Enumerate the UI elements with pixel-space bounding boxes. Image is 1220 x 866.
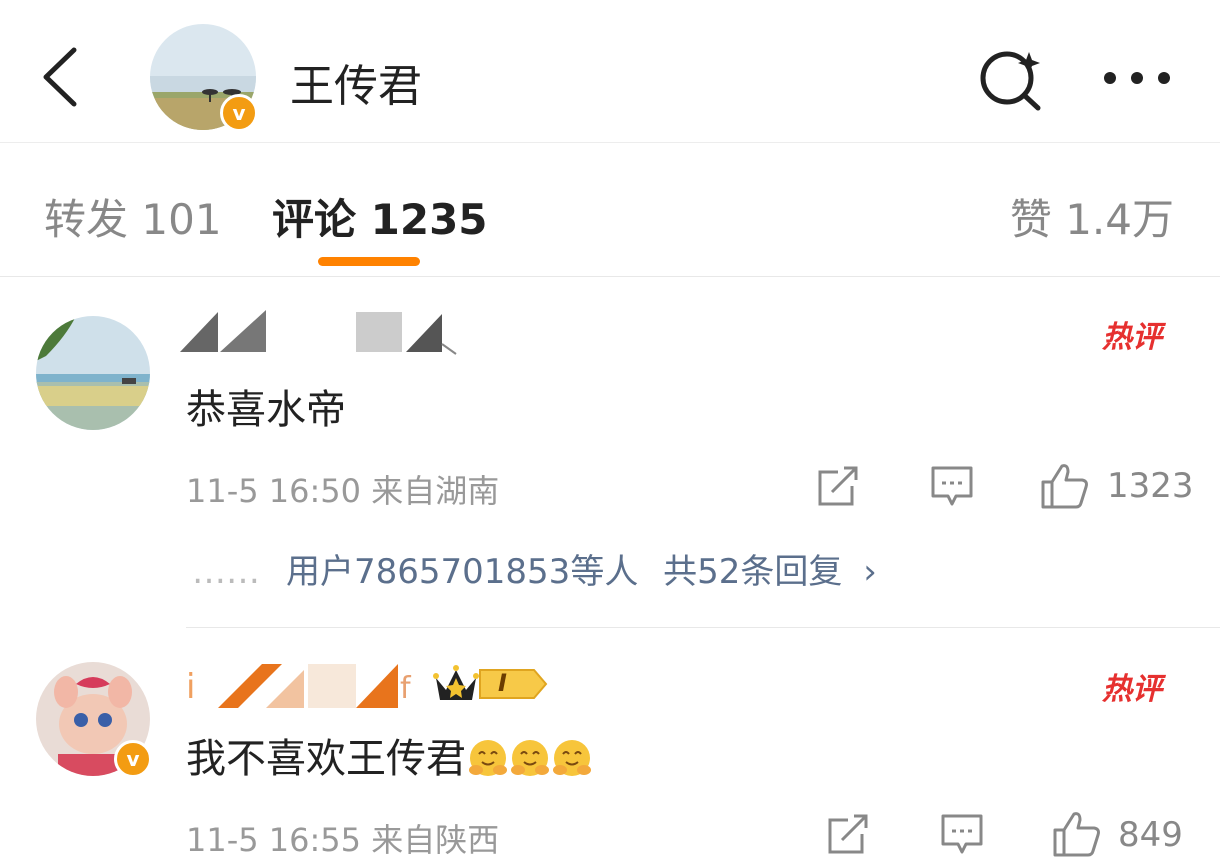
comment-location: 来自湖南: [371, 472, 500, 510]
comment-text-body: 我不喜欢王传君: [186, 736, 466, 782]
hot-comment-badge: 热评: [1102, 320, 1162, 355]
tab-bar: 转发 101 评论 1235 赞 1.4万: [0, 143, 1220, 277]
hot-comment-badge: 热评: [1102, 672, 1162, 707]
like-thumb-icon[interactable]: [1040, 462, 1090, 514]
tab-count: 1.4万: [1065, 195, 1174, 244]
header-bar: v 王传君: [0, 0, 1220, 143]
commenter-name-redacted[interactable]: [180, 308, 460, 360]
tab-label: 赞: [1009, 195, 1052, 244]
svg-text:f: f: [400, 671, 412, 706]
share-icon[interactable]: [826, 812, 870, 860]
replies-count: 共52条回复: [663, 552, 843, 592]
level-badge-text: I: [498, 669, 507, 697]
profile-avatar[interactable]: v: [150, 24, 260, 134]
hug-emoji-icon: [511, 740, 549, 776]
comment-location: 来自陕西: [371, 821, 500, 859]
hug-emoji-icon: [469, 740, 507, 776]
verified-badge-icon: v: [114, 740, 152, 778]
replies-dots: ……: [192, 552, 260, 592]
tab-count: 101: [141, 195, 222, 244]
more-icon[interactable]: [1100, 62, 1174, 94]
like-count: 1323: [1107, 466, 1194, 506]
like-thumb-icon[interactable]: [1052, 810, 1102, 862]
reply-comment-icon[interactable]: [930, 464, 974, 512]
tab-label: 评论: [272, 195, 357, 244]
tab-label: 转发: [44, 195, 129, 244]
like-count: 849: [1118, 815, 1183, 855]
reply-comment-icon[interactable]: [940, 812, 984, 860]
comment-meta: 11-5 16:50 来自湖南: [186, 466, 499, 512]
chevron-right-icon: ›: [863, 552, 877, 592]
tab-reposts[interactable]: 转发 101: [44, 186, 222, 247]
page-title: 王传君: [290, 61, 422, 112]
tab-count: 1235: [370, 195, 488, 244]
hug-emoji-icon: [553, 740, 591, 776]
comment-meta: 11-5 16:55 来自陕西: [186, 815, 499, 861]
tab-likes[interactable]: 赞 1.4万: [1010, 186, 1174, 247]
comment-time: 11-5 16:55: [186, 821, 362, 859]
active-tab-indicator: [318, 257, 420, 266]
search-icon[interactable]: [975, 46, 1047, 112]
tab-comments[interactable]: 评论 1235: [272, 186, 488, 247]
comment-divider: [186, 627, 1220, 628]
verified-badge-icon: v: [220, 94, 258, 132]
level-badge: I: [478, 666, 548, 702]
back-arrow-icon[interactable]: [38, 44, 86, 110]
replies-users: 用户7865701853等人: [286, 552, 639, 592]
replies-summary[interactable]: …… 用户7865701853等人 共52条回复 ›: [192, 544, 877, 593]
share-icon[interactable]: [816, 464, 860, 512]
svg-text:i: i: [186, 667, 195, 707]
comment-text: 恭喜水帝: [186, 387, 346, 433]
comment-text: 我不喜欢王传君: [186, 726, 592, 784]
commenter-name-redacted[interactable]: i f: [186, 660, 422, 712]
comment-time: 11-5 16:50: [186, 472, 362, 510]
commenter-avatar[interactable]: [36, 316, 150, 430]
member-crown-icon: [432, 664, 480, 708]
